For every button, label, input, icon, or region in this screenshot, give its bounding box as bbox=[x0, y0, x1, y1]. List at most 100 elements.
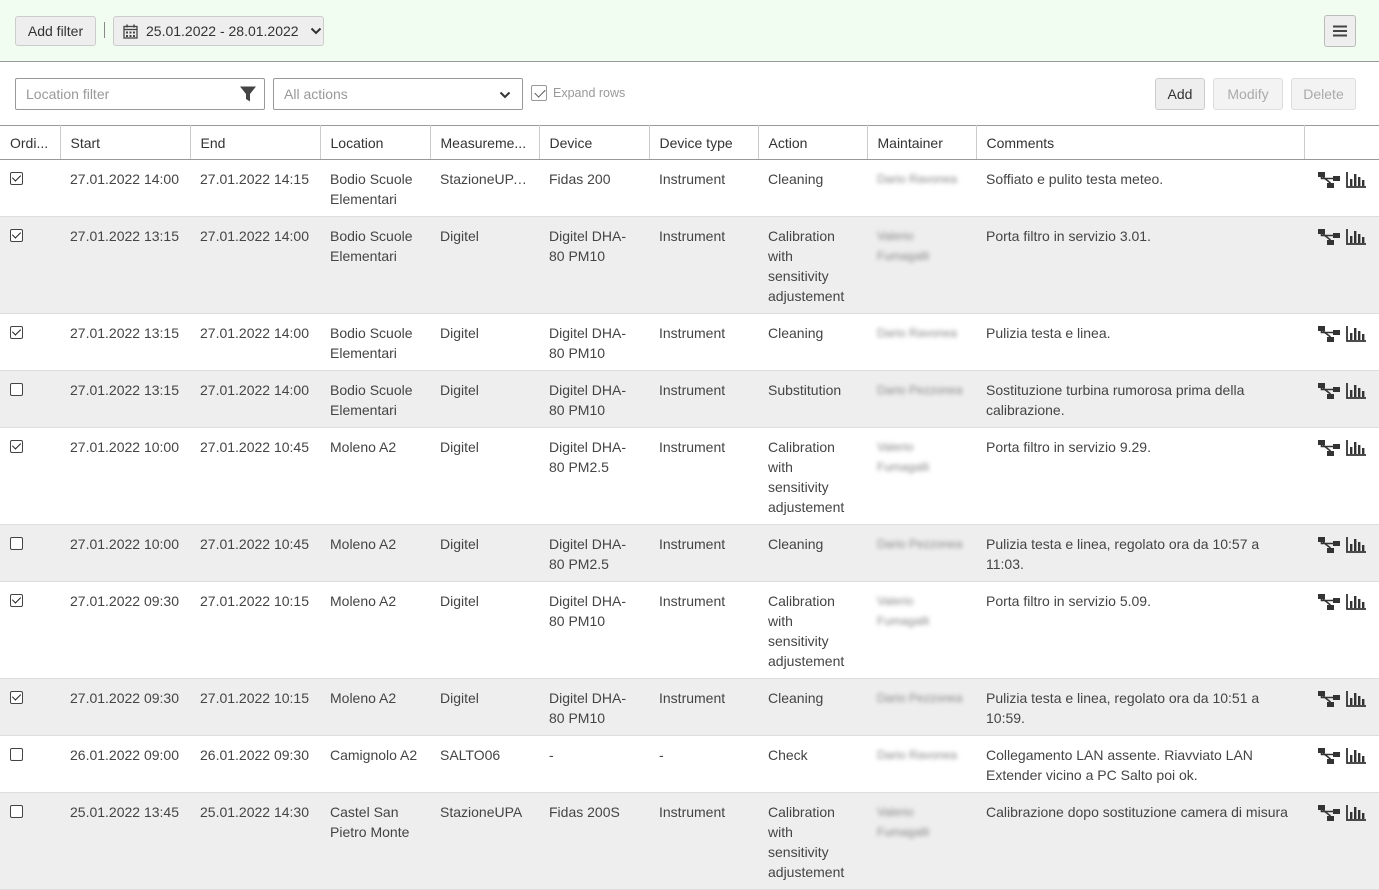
row-tools bbox=[1314, 169, 1367, 189]
column-header-start[interactable]: Start bbox=[60, 125, 191, 160]
column-header-ordinary[interactable]: Ordi... bbox=[0, 125, 61, 160]
bar-chart-icon[interactable] bbox=[1345, 690, 1367, 708]
date-range-button[interactable]: 25.01.2022 - 28.01.2022 bbox=[113, 16, 324, 46]
ordinary-checkbox[interactable] bbox=[10, 691, 23, 704]
cell-end-text: 26.01.2022 09:30 bbox=[200, 747, 309, 763]
ordinary-checkbox[interactable] bbox=[10, 537, 23, 550]
add-button[interactable]: Add bbox=[1155, 78, 1205, 110]
ordinary-checkbox[interactable] bbox=[10, 383, 23, 396]
table-row[interactable]: 27.01.2022 13:15 27.01.2022 14:00 Bodio Sc… bbox=[0, 313, 1379, 371]
row-tools bbox=[1314, 323, 1367, 343]
table-row[interactable]: 27.01.2022 09:30 27.01.2022 10:15 Moleno A… bbox=[0, 581, 1379, 679]
bar-chart-icon[interactable] bbox=[1345, 439, 1367, 457]
cell-action: Substitution bbox=[758, 370, 867, 428]
cell-start-text: 27.01.2022 14:00 bbox=[70, 171, 179, 187]
column-header-action[interactable]: Action bbox=[758, 125, 868, 160]
ordinary-checkbox[interactable] bbox=[10, 748, 23, 761]
cell-start: 27.01.2022 09:30 bbox=[60, 581, 190, 679]
table-row[interactable]: 27.01.2022 13:15 27.01.2022 14:00 Bodio Sc… bbox=[0, 216, 1379, 314]
cell-tools bbox=[1304, 370, 1379, 428]
hierarchy-icon[interactable] bbox=[1318, 382, 1340, 400]
cell-location: Moleno A2 bbox=[320, 524, 430, 582]
table-row[interactable]: 25.01.2022 13:45 25.01.2022 14:30 Castel S… bbox=[0, 792, 1379, 890]
cell-tools bbox=[1304, 159, 1379, 217]
ordinary-checkbox[interactable] bbox=[10, 594, 23, 607]
cell-action: Cleaning bbox=[758, 678, 867, 736]
bar-chart-icon[interactable] bbox=[1345, 325, 1367, 343]
cell-maintainer-text: Dario Pezzonea bbox=[877, 383, 963, 397]
ordinary-checkbox[interactable] bbox=[10, 229, 23, 242]
row-tools bbox=[1314, 802, 1367, 822]
hierarchy-icon[interactable] bbox=[1318, 690, 1340, 708]
hierarchy-icon[interactable] bbox=[1318, 804, 1340, 822]
table-row[interactable]: 27.01.2022 09:30 27.01.2022 10:15 Moleno A… bbox=[0, 678, 1379, 736]
ordinary-checkbox[interactable] bbox=[10, 172, 23, 185]
cell-end-text: 25.01.2022 14:30 bbox=[200, 804, 309, 820]
cell-device-text: Digitel DHA-80 PM2.5 bbox=[549, 536, 627, 572]
hierarchy-icon[interactable] bbox=[1318, 536, 1340, 554]
cell-tools bbox=[1304, 524, 1379, 582]
cell-action-text: Cleaning bbox=[768, 536, 824, 552]
bar-chart-icon[interactable] bbox=[1345, 593, 1367, 611]
table-row[interactable]: 27.01.2022 10:00 27.01.2022 10:45 Moleno A… bbox=[0, 524, 1379, 582]
cell-location: Bodio Scuole Elementari bbox=[320, 216, 430, 314]
hierarchy-icon[interactable] bbox=[1318, 325, 1340, 343]
delete-button[interactable]: Delete bbox=[1291, 78, 1356, 110]
hierarchy-icon[interactable] bbox=[1318, 171, 1340, 189]
cell-device: Fidas 200 bbox=[539, 159, 649, 217]
hierarchy-icon[interactable] bbox=[1318, 439, 1340, 457]
cell-start-text: 27.01.2022 09:30 bbox=[70, 593, 179, 609]
bar-chart-icon[interactable] bbox=[1345, 171, 1367, 189]
cell-tools bbox=[1304, 581, 1379, 679]
cell-device-text: Digitel DHA-80 PM10 bbox=[549, 382, 627, 418]
modify-button[interactable]: Modify bbox=[1213, 78, 1283, 110]
funnel-icon[interactable] bbox=[240, 86, 256, 102]
column-header-location[interactable]: Location bbox=[320, 125, 431, 160]
column-header-maintainer[interactable]: Maintainer bbox=[867, 125, 977, 160]
menu-button[interactable] bbox=[1324, 15, 1356, 47]
cell-comments-text: Pulizia testa e linea, regolato ora da 1… bbox=[986, 536, 1260, 572]
hierarchy-icon[interactable] bbox=[1318, 747, 1340, 765]
column-header-measurement[interactable]: Measureme... bbox=[430, 125, 540, 160]
hierarchy-icon[interactable] bbox=[1318, 593, 1340, 611]
cell-start: 27.01.2022 13:15 bbox=[60, 216, 190, 314]
separator bbox=[104, 22, 105, 38]
cell-start: 27.01.2022 13:15 bbox=[60, 370, 190, 428]
ordinary-checkbox[interactable] bbox=[10, 440, 23, 453]
cell-measurement: SALTO06 bbox=[430, 735, 539, 793]
location-filter-input[interactable]: Location filter bbox=[15, 78, 265, 110]
expand-rows-toggle[interactable]: Expand rows bbox=[531, 85, 625, 101]
cell-location-text: Moleno A2 bbox=[330, 536, 397, 552]
cell-device: Digitel DHA-80 PM10 bbox=[539, 678, 649, 736]
bar-chart-icon[interactable] bbox=[1345, 382, 1367, 400]
table-row[interactable]: 27.01.2022 10:00 27.01.2022 10:45 Moleno A… bbox=[0, 427, 1379, 525]
hierarchy-icon[interactable] bbox=[1318, 228, 1340, 246]
table-row[interactable]: 27.01.2022 14:00 27.01.2022 14:15 Bodio Sc… bbox=[0, 159, 1379, 217]
cell-maintainer: Valerio Fumagalli bbox=[867, 581, 976, 679]
cell-device: Digitel DHA-80 PM2.5 bbox=[539, 524, 649, 582]
column-header-device-type[interactable]: Device type bbox=[649, 125, 759, 160]
cell-device-type-text: - bbox=[659, 747, 664, 763]
bar-chart-icon[interactable] bbox=[1345, 228, 1367, 246]
cell-action: Check bbox=[758, 735, 867, 793]
cell-start-text: 26.01.2022 09:00 bbox=[70, 747, 179, 763]
column-header-end[interactable]: End bbox=[190, 125, 321, 160]
column-header-device[interactable]: Device bbox=[539, 125, 650, 160]
ordinary-checkbox[interactable] bbox=[10, 326, 23, 339]
expand-rows-checkbox[interactable] bbox=[531, 85, 547, 101]
bar-chart-icon[interactable] bbox=[1345, 747, 1367, 765]
cell-measurement: Digitel bbox=[430, 678, 539, 736]
column-header-tools bbox=[1304, 125, 1379, 160]
cell-measurement: StazioneUPA... bbox=[430, 159, 539, 217]
cell-device-type: Instrument bbox=[649, 427, 758, 525]
ordinary-checkbox[interactable] bbox=[10, 805, 23, 818]
maintenance-table: Ordi... Start End Location Measureme... … bbox=[0, 125, 1379, 890]
bar-chart-icon[interactable] bbox=[1345, 536, 1367, 554]
cell-comments: Collegamento LAN assente. Riavviato LAN … bbox=[976, 735, 1304, 793]
table-row[interactable]: 27.01.2022 13:15 27.01.2022 14:00 Bodio Sc… bbox=[0, 370, 1379, 428]
table-row[interactable]: 26.01.2022 09:00 26.01.2022 09:30 Camignol… bbox=[0, 735, 1379, 793]
bar-chart-icon[interactable] bbox=[1345, 804, 1367, 822]
actions-select[interactable]: All actions bbox=[273, 78, 523, 110]
column-header-comments[interactable]: Comments bbox=[976, 125, 1305, 160]
add-filter-button[interactable]: Add filter bbox=[15, 16, 96, 46]
